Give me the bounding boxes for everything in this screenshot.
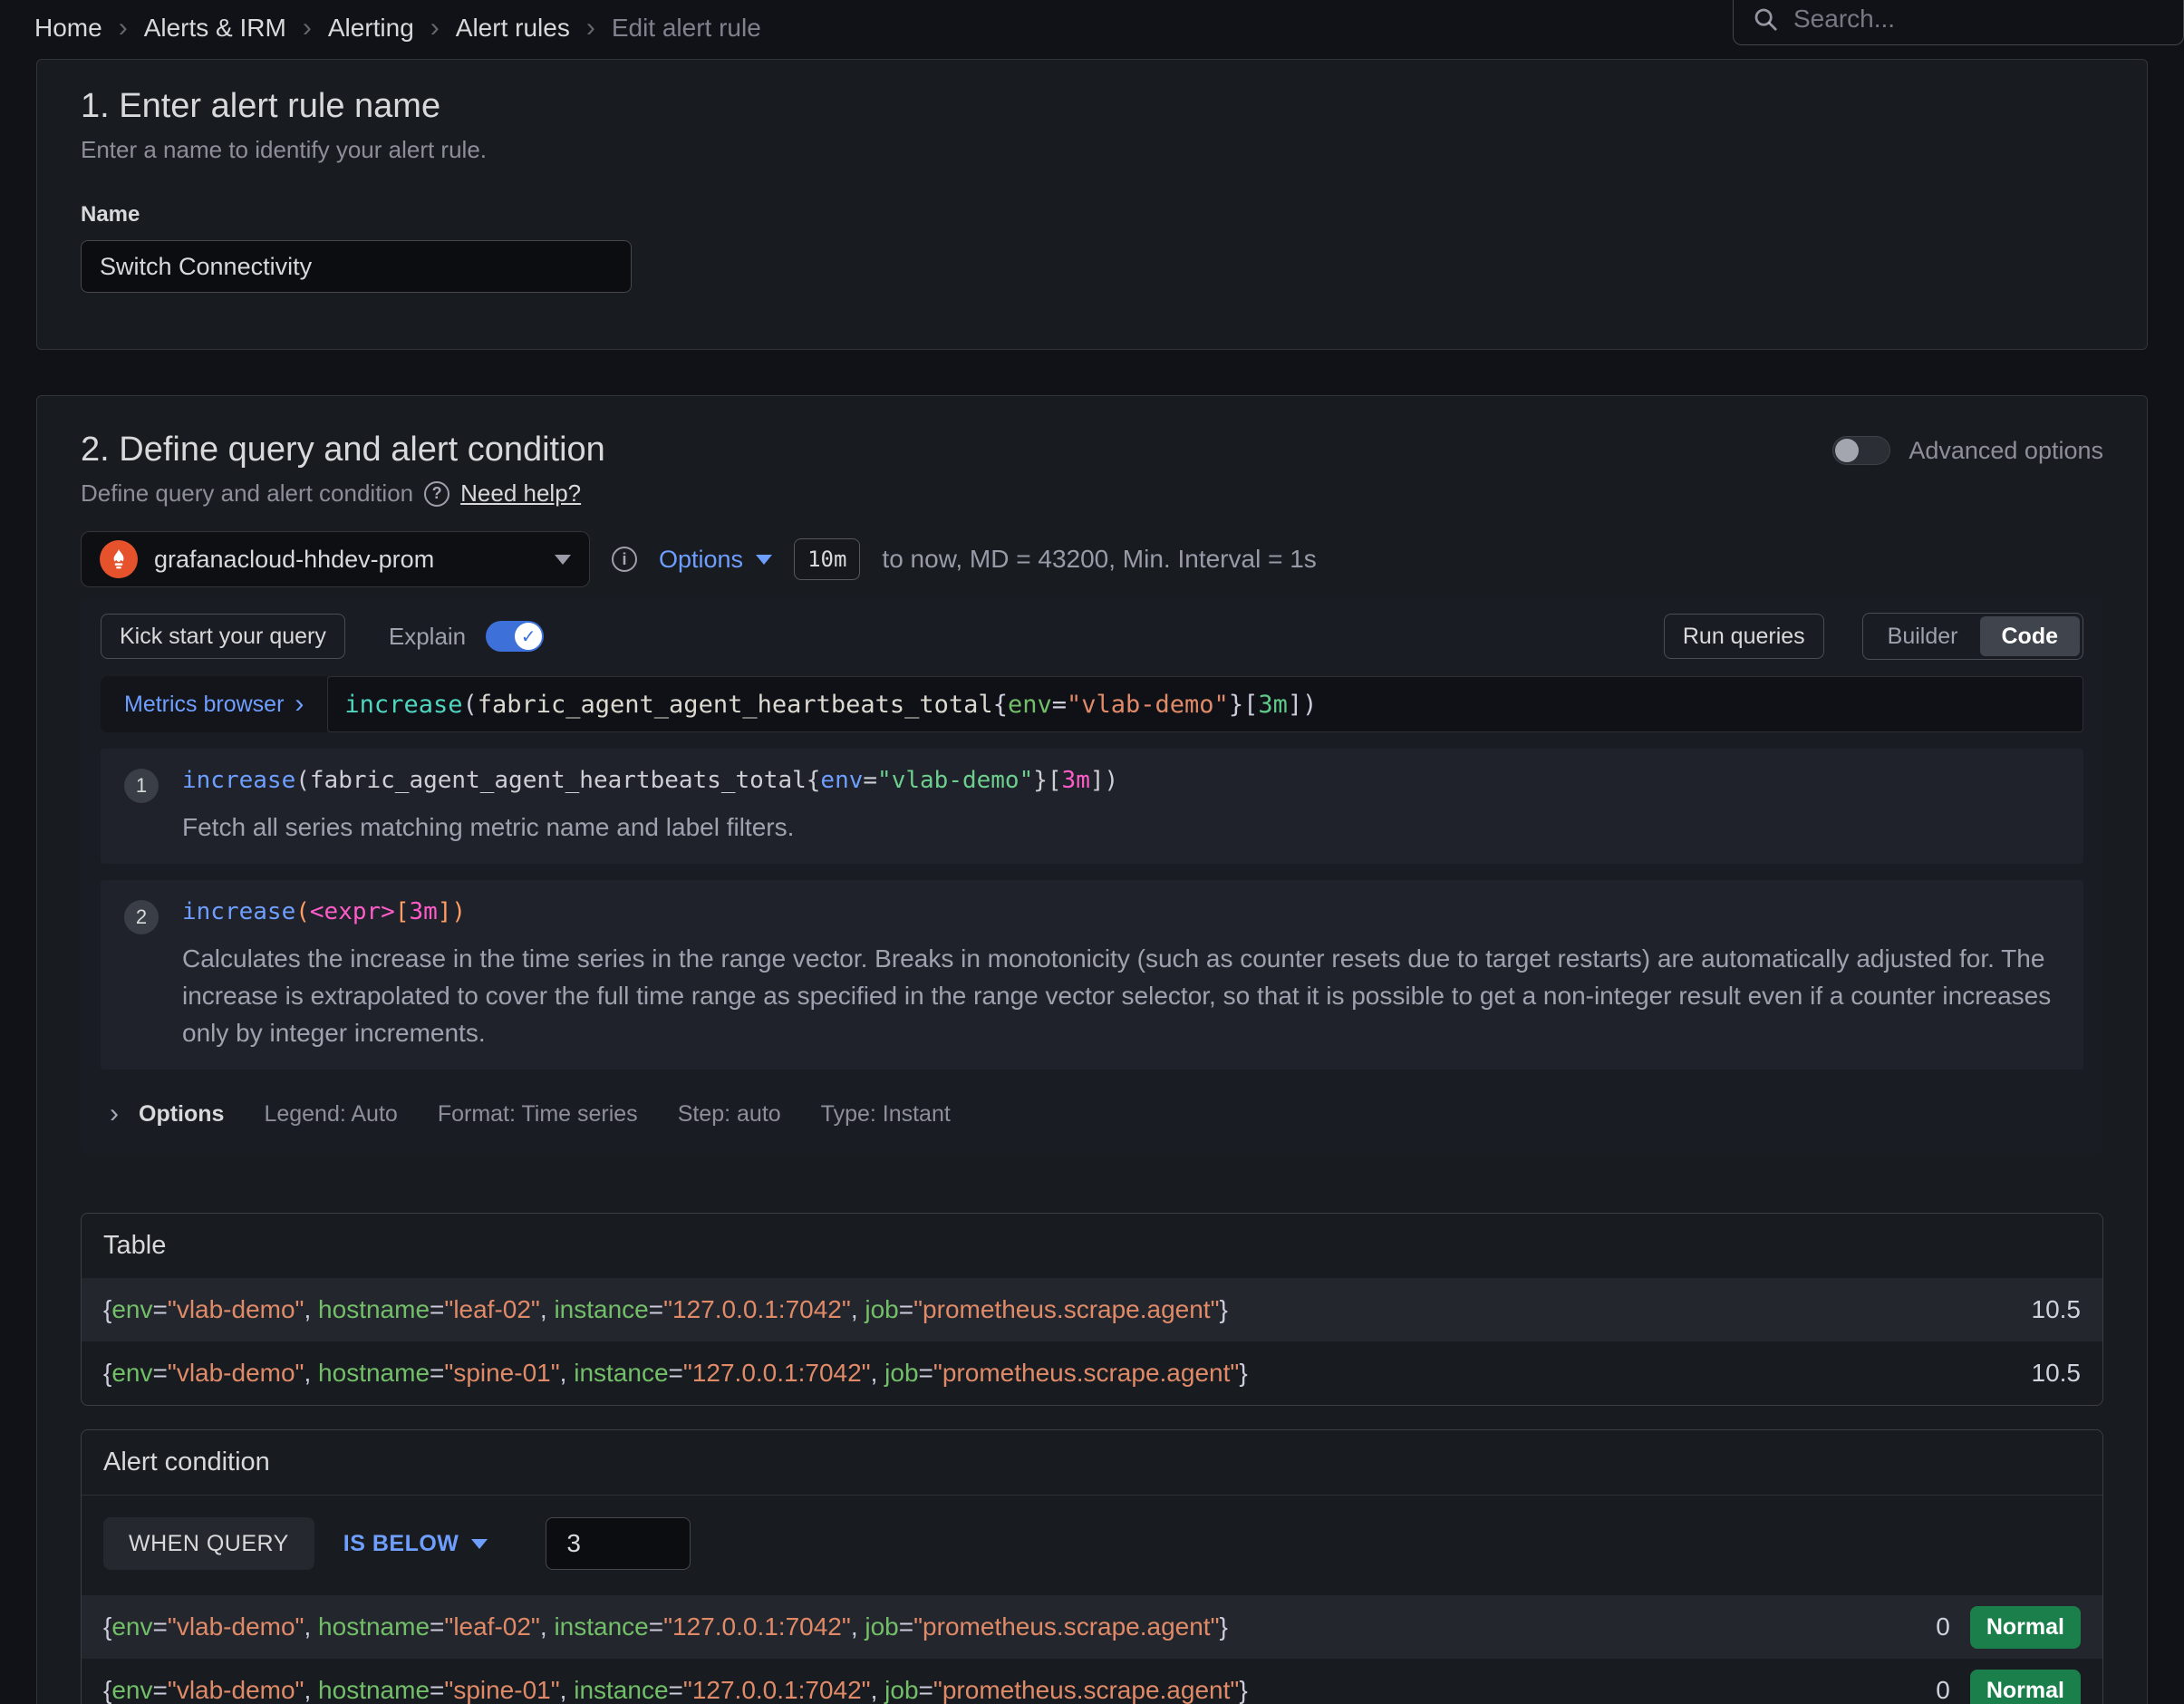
chevron-right-icon: › [303, 13, 312, 44]
chevron-right-icon: › [586, 13, 595, 44]
metrics-browser-label: Metrics browser [124, 692, 284, 718]
chevron-right-icon: › [295, 689, 304, 720]
chevron-down-icon [555, 555, 571, 565]
alert-condition-controls: WHEN QUERY IS BELOW [82, 1496, 2102, 1595]
threshold-input[interactable] [546, 1517, 691, 1570]
search-icon [1752, 5, 1779, 33]
explain-text-2: Calculates the increase in the time seri… [182, 940, 2060, 1051]
builder-tab[interactable]: Builder [1866, 616, 1980, 656]
kick-start-query-button[interactable]: Kick start your query [101, 614, 345, 659]
series-value: 0 [1936, 1612, 1950, 1641]
step1-title: 1. Enter alert rule name [81, 87, 2103, 126]
series-value: 10.5 [2032, 1359, 2082, 1388]
option-format: Format: Time series [438, 1101, 638, 1128]
step2-card: 2. Define query and alert condition Adva… [36, 395, 2148, 1704]
table-panel: Table {env="vlab-demo", hostname="leaf-0… [81, 1213, 2103, 1406]
option-type: Type: Instant [821, 1101, 951, 1128]
breadcrumb-alerting[interactable]: Alerting [328, 14, 414, 43]
option-step: Step: auto [678, 1101, 781, 1128]
explain-item-2: 2 increase(<expr>[3m]) Calculates the in… [101, 880, 2083, 1070]
chevron-right-icon[interactable]: › [110, 1099, 119, 1129]
advanced-options-toggle-group: Advanced options [1832, 436, 2103, 465]
toggle-check-icon: ✓ [515, 623, 542, 650]
options-label: Options [659, 546, 743, 574]
series-value: 0 [1936, 1676, 1950, 1704]
toggle-knob [1835, 439, 1859, 462]
step2-title: 2. Define query and alert condition [81, 431, 605, 470]
series-labels: {env="vlab-demo", hostname="spine-01", i… [103, 1676, 1248, 1704]
alert-result-row: {env="vlab-demo", hostname="spine-01", i… [82, 1659, 2102, 1704]
top-nav-bar: Home › Alerts & IRM › Alerting › Alert r… [0, 0, 2184, 56]
series-labels: {env="vlab-demo", hostname="leaf-02", in… [103, 1295, 1228, 1324]
time-range-badge[interactable]: 10m [794, 538, 860, 580]
query-options-dropdown[interactable]: Options [659, 546, 772, 574]
step1-card: 1. Enter alert rule name Enter a name to… [36, 59, 2148, 350]
chevron-right-icon: › [430, 13, 440, 44]
operator-dropdown[interactable]: IS BELOW [343, 1531, 488, 1557]
code-tab[interactable]: Code [1980, 616, 2081, 656]
explain-toggle[interactable]: ✓ [486, 621, 544, 652]
table-row: {env="vlab-demo", hostname="spine-01", i… [82, 1341, 2102, 1405]
option-legend: Legend: Auto [264, 1101, 397, 1128]
state-badge: Normal [1970, 1670, 2081, 1704]
prometheus-icon [100, 540, 138, 578]
explain-text-1: Fetch all series matching metric name an… [182, 808, 2060, 846]
chevron-down-icon [756, 555, 772, 565]
explain-code-2: increase(<expr>[3m]) [182, 898, 2060, 925]
time-range-summary: to now, MD = 43200, Min. Interval = 1s [882, 545, 1316, 574]
name-label: Name [81, 202, 2103, 228]
step1-subtitle: Enter a name to identify your alert rule… [81, 136, 2103, 164]
options-collapse-label[interactable]: Options [139, 1101, 224, 1128]
breadcrumb-edit-alert-rule: Edit alert rule [612, 14, 761, 43]
alert-condition-panel: Alert condition WHEN QUERY IS BELOW {env… [81, 1429, 2103, 1704]
when-query-chip[interactable]: WHEN QUERY [103, 1517, 314, 1570]
series-labels: {env="vlab-demo", hostname="leaf-02", in… [103, 1612, 1228, 1641]
state-badge: Normal [1970, 1606, 2081, 1649]
explain-step-number: 1 [124, 769, 159, 803]
advanced-options-label: Advanced options [1909, 437, 2103, 465]
builder-code-segmented-control: Builder Code [1862, 613, 2083, 660]
metrics-browser-button[interactable]: Metrics browser › [101, 676, 327, 732]
breadcrumb-alerts-irm[interactable]: Alerts & IRM [144, 14, 286, 43]
alert-result-row: {env="vlab-demo", hostname="leaf-02", in… [82, 1595, 2102, 1659]
advanced-options-toggle[interactable] [1832, 436, 1890, 465]
step2-subtitle: Define query and alert condition [81, 479, 413, 508]
info-circle-icon: i [612, 547, 637, 572]
query-options-collapsed-row: › Options Legend: Auto Format: Time seri… [101, 1099, 2083, 1129]
breadcrumb-home[interactable]: Home [34, 14, 102, 43]
alert-rule-name-input[interactable] [81, 240, 632, 293]
breadcrumb-alert-rules[interactable]: Alert rules [456, 14, 570, 43]
run-queries-button[interactable]: Run queries [1664, 614, 1824, 659]
datasource-row: grafanacloud-hhdev-prom i Options 10m to… [81, 531, 2103, 587]
explain-toggle-group: Explain ✓ [389, 621, 544, 652]
table-panel-title: Table [82, 1214, 2102, 1278]
query-row: Metrics browser › increase(fabric_agent_… [101, 676, 2083, 732]
query-toolbar: Kick start your query Explain ✓ Run quer… [101, 613, 2083, 660]
need-help-link[interactable]: Need help? [460, 479, 581, 508]
chevron-right-icon: › [119, 13, 128, 44]
datasource-name: grafanacloud-hhdev-prom [154, 546, 434, 574]
query-editor-body: Kick start your query Explain ✓ Run quer… [81, 596, 2103, 1155]
search-input[interactable] [1793, 5, 2165, 34]
explain-code-1: increase(fabric_agent_agent_heartbeats_t… [182, 767, 2060, 794]
series-labels: {env="vlab-demo", hostname="spine-01", i… [103, 1359, 1248, 1388]
chevron-down-icon [471, 1539, 488, 1549]
alert-condition-title: Alert condition [82, 1430, 2102, 1496]
explain-step-number: 2 [124, 900, 159, 934]
breadcrumb: Home › Alerts & IRM › Alerting › Alert r… [34, 13, 761, 44]
series-value: 10.5 [2032, 1295, 2082, 1324]
datasource-picker[interactable]: grafanacloud-hhdev-prom [81, 531, 590, 587]
search-box[interactable] [1733, 0, 2184, 45]
explain-label: Explain [389, 623, 466, 651]
promql-query-input[interactable]: increase(fabric_agent_agent_heartbeats_t… [327, 676, 2083, 732]
help-circle-icon: ? [424, 481, 449, 507]
table-row: {env="vlab-demo", hostname="leaf-02", in… [82, 1278, 2102, 1341]
explain-item-1: 1 increase(fabric_agent_agent_heartbeats… [101, 749, 2083, 864]
operator-label: IS BELOW [343, 1531, 459, 1557]
